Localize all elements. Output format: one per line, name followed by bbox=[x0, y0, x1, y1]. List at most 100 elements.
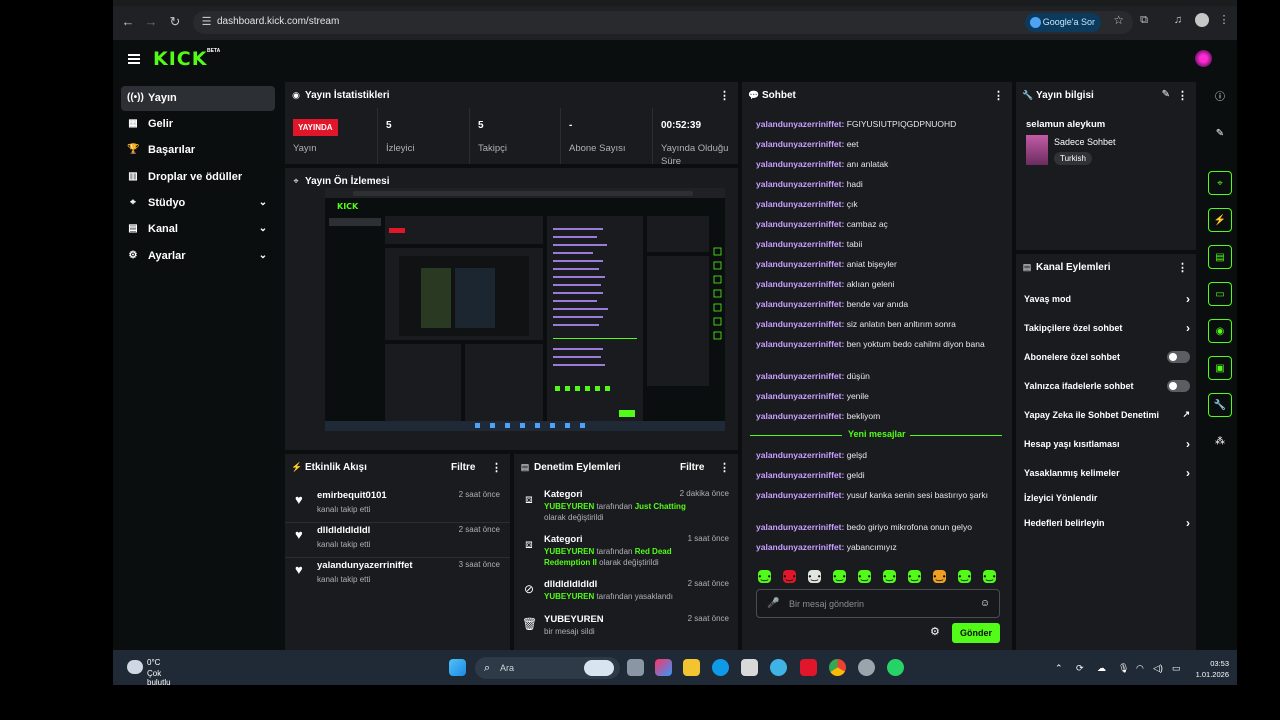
wifi-icon[interactable]: ◠ bbox=[1136, 663, 1144, 674]
chat-username[interactable]: yalandunyazerriniffet: bbox=[756, 299, 844, 309]
stream-preview-video[interactable]: KICK bbox=[325, 188, 725, 431]
taskbar-clock[interactable]: 03:53 1.01.2026 bbox=[1196, 658, 1229, 680]
task-view-icon[interactable] bbox=[627, 659, 644, 676]
kick-logo[interactable]: KICK bbox=[153, 48, 207, 70]
back-icon[interactable]: ← bbox=[118, 12, 138, 32]
emoji-icon[interactable]: ☺ bbox=[979, 598, 991, 610]
send-button[interactable]: Gönder bbox=[952, 623, 1000, 643]
volume-icon[interactable]: ◁) bbox=[1153, 663, 1163, 674]
broadcast-icon[interactable]: ◉ bbox=[1208, 319, 1232, 343]
sidebar-item-basarilar[interactable]: 🏆 Başarılar bbox=[121, 138, 275, 163]
emote-icon[interactable]: •‿• bbox=[808, 570, 821, 583]
goals-row[interactable]: Hedefleri belirleyin › bbox=[1024, 513, 1190, 533]
sidebar-item-droplar[interactable]: ▥ Droplar ve ödüller bbox=[121, 165, 275, 190]
activity-user[interactable]: yalandunyazerriniffet bbox=[317, 560, 413, 571]
battery-icon[interactable]: ▭ bbox=[1172, 663, 1181, 674]
microphone-icon[interactable]: 🎤 bbox=[767, 598, 779, 610]
chat-username[interactable]: yalandunyazerriniffet: bbox=[756, 371, 844, 381]
ai-moderation-row[interactable]: Yapay Zeka ile Sohbet Denetimi ↗ bbox=[1024, 405, 1190, 425]
followers-only-row[interactable]: Takipçilere özel sohbet › bbox=[1024, 318, 1190, 338]
chat-input-box[interactable]: 🎤 ☺ bbox=[756, 589, 1000, 618]
copilot-icon[interactable] bbox=[655, 659, 672, 676]
chat-message-input[interactable] bbox=[789, 597, 969, 611]
activity-user[interactable]: emirbequit0101 bbox=[317, 490, 387, 501]
lightning-icon[interactable]: ⚡ bbox=[1208, 208, 1232, 232]
kebab-menu-icon[interactable]: ⋮ bbox=[719, 89, 730, 102]
kebab-menu-icon[interactable]: ⋮ bbox=[719, 461, 730, 474]
chat-username[interactable]: yalandunyazerriniffet: bbox=[756, 339, 844, 349]
emote-icon[interactable]: •‿• bbox=[983, 570, 996, 583]
moderator-name[interactable]: YUBEYUREN bbox=[544, 547, 594, 556]
video-icon[interactable]: ▣ bbox=[1208, 356, 1232, 380]
taskbar-search[interactable]: ⌕ Ara bbox=[475, 657, 620, 679]
store-icon[interactable] bbox=[741, 659, 758, 676]
chat-username[interactable]: yalandunyazerriniffet: bbox=[756, 199, 844, 209]
moderation-filter-button[interactable]: Filtre bbox=[680, 462, 704, 473]
sidebar-item-gelir[interactable]: ▦ Gelir bbox=[121, 112, 275, 137]
chrome-icon[interactable] bbox=[829, 659, 846, 676]
address-bar[interactable]: ☰ dashboard.kick.com/stream Google'a Sor… bbox=[193, 11, 1133, 34]
emote-icon[interactable]: •‿• bbox=[783, 570, 796, 583]
tray-expand-icon[interactable]: ⌃ bbox=[1055, 663, 1063, 674]
chat-username[interactable]: yalandunyazerriniffet: bbox=[756, 542, 844, 552]
moderator-name[interactable]: YUBEYUREN bbox=[544, 592, 594, 601]
emote-icon[interactable]: •‿• bbox=[758, 570, 771, 583]
kebab-menu-icon[interactable]: ⋮ bbox=[1177, 261, 1188, 274]
chat-username[interactable]: yalandunyazerriniffet: bbox=[756, 239, 844, 249]
chat-username[interactable]: yalandunyazerriniffet: bbox=[756, 490, 844, 500]
category-name[interactable]: Just Chatting bbox=[635, 502, 686, 511]
document-icon[interactable]: ▤ bbox=[1208, 245, 1232, 269]
wrench-icon[interactable]: 🔧 bbox=[1208, 393, 1232, 417]
edge-icon[interactable] bbox=[712, 659, 729, 676]
reload-icon[interactable]: ↻ bbox=[165, 12, 185, 32]
microphone-icon[interactable]: 🎙 bbox=[1118, 663, 1129, 674]
chat-username[interactable]: yalandunyazerriniffet: bbox=[756, 470, 844, 480]
info-icon[interactable]: ⓘ bbox=[1208, 86, 1232, 110]
slow-mode-row[interactable]: Yavaş mod › bbox=[1024, 289, 1190, 309]
windows-start-icon[interactable] bbox=[449, 659, 466, 676]
emote-icon[interactable]: •‿• bbox=[958, 570, 971, 583]
chat-username[interactable]: yalandunyazerriniffet: bbox=[756, 450, 844, 460]
ask-google-button[interactable]: Google'a Sor bbox=[1024, 13, 1101, 32]
emote-icon[interactable]: •‿• bbox=[933, 570, 946, 583]
pencil-icon[interactable]: ✎ bbox=[1162, 89, 1170, 100]
extensions-icon[interactable]: ⧉ bbox=[1137, 13, 1151, 27]
forward-icon[interactable]: → bbox=[141, 12, 161, 32]
sidebar-item-kanal[interactable]: ▤ Kanal ⌄ bbox=[121, 217, 275, 242]
share-icon[interactable]: ⁂ bbox=[1208, 430, 1232, 454]
chat-username[interactable]: yalandunyazerriniffet: bbox=[756, 159, 844, 169]
category-name[interactable]: Sadece Sohbet bbox=[1054, 137, 1116, 147]
emote-icon[interactable]: •‿• bbox=[908, 570, 921, 583]
sidebar-item-ayarlar[interactable]: ⚙ Ayarlar ⌄ bbox=[121, 244, 275, 269]
chat-username[interactable]: yalandunyazerriniffet: bbox=[756, 139, 844, 149]
chat-username[interactable]: yalandunyazerriniffet: bbox=[756, 119, 844, 129]
kebab-menu-icon[interactable]: ⋮ bbox=[1177, 89, 1188, 102]
chat-settings-icon[interactable]: ⚙ bbox=[930, 625, 940, 638]
chat-username[interactable]: yalandunyazerriniffet: bbox=[756, 522, 844, 532]
chat-username[interactable]: yalandunyazerriniffet: bbox=[756, 259, 844, 269]
kebab-menu-icon[interactable]: ⋮ bbox=[993, 89, 1004, 102]
emote-icon[interactable]: •‿• bbox=[858, 570, 871, 583]
app-icon[interactable] bbox=[770, 659, 787, 676]
emote-icon[interactable]: •‿• bbox=[883, 570, 896, 583]
browser-menu-icon[interactable]: ⋮ bbox=[1217, 13, 1231, 27]
subs-only-toggle[interactable] bbox=[1167, 351, 1190, 363]
banned-words-row[interactable]: Yasaklanmış kelimeler › bbox=[1024, 463, 1190, 483]
clip-icon[interactable]: ⌖ bbox=[1208, 171, 1232, 195]
raid-row[interactable]: İzleyici Yönlendir bbox=[1024, 488, 1190, 508]
whatsapp-icon[interactable] bbox=[887, 659, 904, 676]
bookmark-star-icon[interactable]: ☆ bbox=[1113, 13, 1124, 27]
activity-user[interactable]: dlldldldldldl bbox=[317, 525, 370, 536]
moderator-name[interactable]: YUBEYUREN bbox=[544, 502, 594, 511]
weather-widget[interactable]: 0°C Çok bulutlu bbox=[127, 658, 187, 685]
site-settings-icon[interactable]: ☰ bbox=[199, 15, 214, 30]
user-avatar[interactable] bbox=[1195, 50, 1212, 67]
pencil-icon[interactable]: ✎ bbox=[1208, 122, 1232, 146]
account-age-row[interactable]: Hesap yaşı kısıtlaması › bbox=[1024, 434, 1190, 454]
cloud-icon[interactable]: ☁ bbox=[1097, 663, 1106, 674]
app-icon[interactable] bbox=[800, 659, 817, 676]
hamburger-menu-icon[interactable] bbox=[128, 54, 140, 64]
profile-icon[interactable] bbox=[1195, 13, 1209, 27]
sidebar-item-studyo[interactable]: ⌖ Stüdyo ⌄ bbox=[121, 191, 275, 216]
emote-icon[interactable]: •‿• bbox=[833, 570, 846, 583]
